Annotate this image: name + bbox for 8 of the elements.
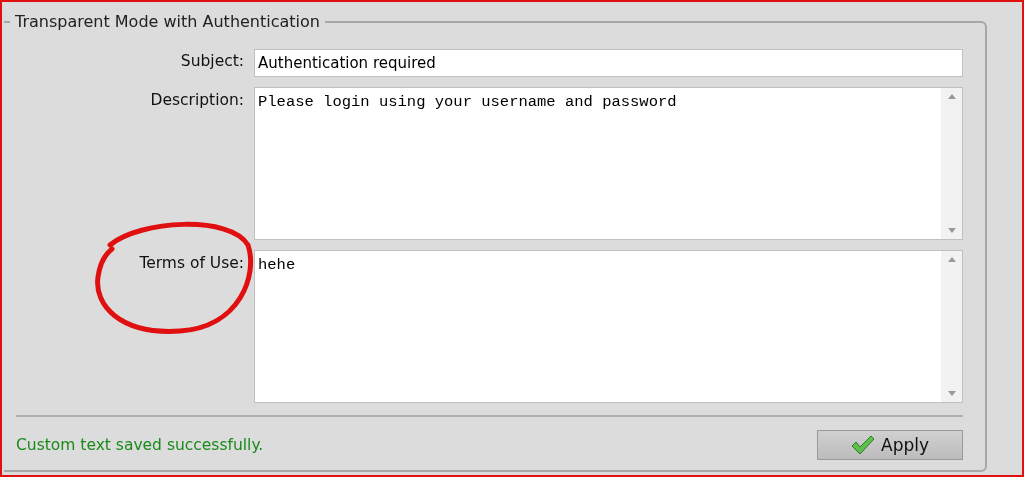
apply-button[interactable]: Apply: [817, 430, 963, 460]
panel-title: Transparent Mode with Authentication: [10, 12, 325, 31]
text-field[interactable]: Authentication required: [254, 49, 963, 77]
field-label: Subject:: [179, 51, 244, 70]
status-message: Custom text saved successfully.: [16, 436, 264, 454]
field-label: Description:: [150, 90, 244, 109]
checkmark-icon: [851, 435, 875, 455]
field-label: Terms of Use:: [139, 253, 244, 272]
